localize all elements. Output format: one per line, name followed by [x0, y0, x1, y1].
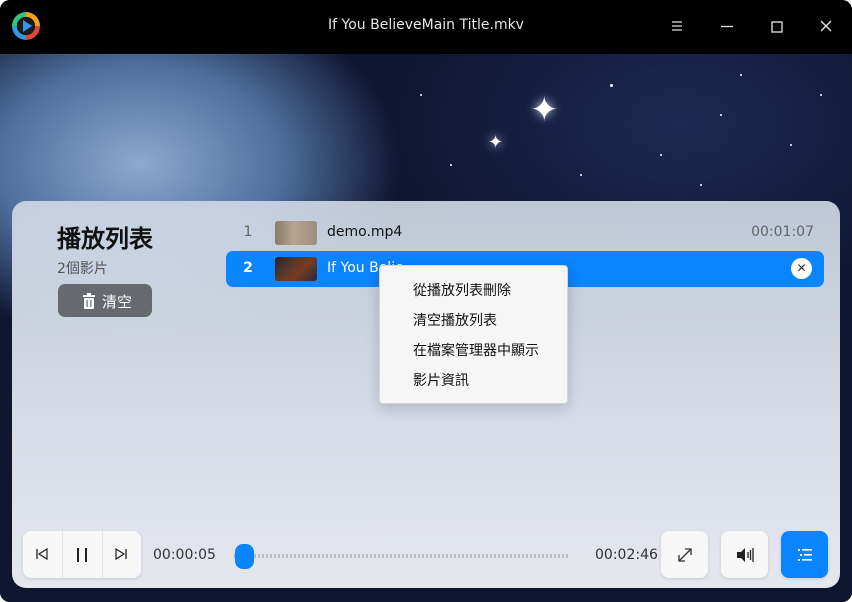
playback-controls: 00:00:05 00:02:46 — [12, 530, 840, 588]
fullscreen-icon — [678, 548, 692, 562]
progress-bar[interactable] — [234, 554, 570, 558]
transport-buttons — [23, 531, 141, 578]
volume-icon — [737, 548, 754, 562]
clear-playlist-button[interactable]: 清空 — [58, 284, 152, 317]
total-time: 00:02:46 — [595, 547, 658, 563]
pause-button[interactable] — [62, 531, 103, 578]
next-button[interactable] — [102, 531, 141, 578]
minimize-icon — [721, 25, 733, 28]
progress-handle[interactable] — [234, 544, 254, 569]
next-icon — [115, 547, 127, 561]
volume-button[interactable] — [721, 531, 768, 578]
sparkle-star: ✦ — [530, 90, 559, 130]
menu-button[interactable] — [665, 14, 689, 38]
playlist-item[interactable]: 1 demo.mp4 00:01:07 — [226, 215, 824, 251]
title-bar: If You BelieveMain Title.mkv — [0, 0, 852, 54]
menu-icon — [672, 21, 682, 31]
current-time: 00:00:05 — [153, 547, 216, 563]
context-menu: 從播放列表刪除 清空播放列表 在檔案管理器中顯示 影片資訊 — [379, 265, 568, 404]
previous-icon — [36, 547, 48, 561]
video-count: 2個影片 — [57, 261, 108, 277]
minimize-button[interactable] — [715, 14, 739, 38]
playlist-title: 播放列表 — [57, 225, 153, 253]
playlist-item-duration: 00:01:07 — [751, 224, 814, 240]
menu-item-show-in-file-manager[interactable]: 在檔案管理器中顯示 — [413, 340, 539, 360]
playlist-item-name: demo.mp4 — [327, 224, 403, 240]
close-button[interactable] — [814, 14, 838, 38]
previous-button[interactable] — [23, 531, 62, 578]
close-icon: ✕ — [796, 261, 807, 275]
maximize-icon — [771, 21, 783, 33]
close-icon — [820, 20, 832, 32]
clear-button-label: 清空 — [102, 293, 133, 311]
video-thumbnail — [275, 257, 317, 281]
menu-item-remove-from-playlist[interactable]: 從播放列表刪除 — [413, 280, 511, 300]
maximize-button[interactable] — [765, 14, 789, 38]
menu-item-clear-playlist[interactable]: 清空播放列表 — [413, 310, 497, 330]
video-thumbnail — [275, 221, 317, 245]
playlist-item-index: 1 — [243, 224, 253, 240]
sparkle-star: ✦ — [488, 132, 504, 153]
playlist-icon — [798, 549, 812, 561]
fullscreen-button[interactable] — [661, 531, 708, 578]
playlist-item-index: 2 — [243, 260, 253, 276]
menu-item-video-info[interactable]: 影片資訊 — [413, 370, 469, 390]
remove-item-button[interactable]: ✕ — [791, 258, 812, 279]
playlist-button[interactable] — [781, 531, 828, 578]
pause-icon — [77, 548, 87, 562]
trash-icon — [83, 293, 95, 309]
player-window: If You BelieveMain Title.mkv ✦ ✦ 播放列表 2個… — [0, 0, 852, 602]
